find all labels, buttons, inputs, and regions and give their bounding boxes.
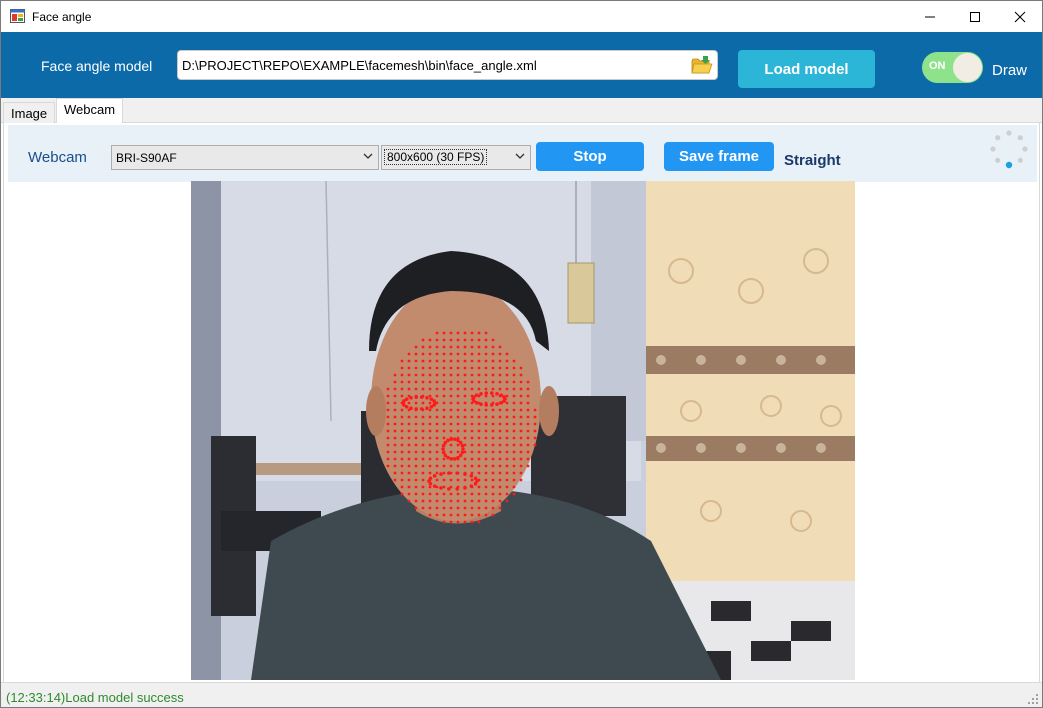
face-pose-status: Straight — [784, 152, 841, 169]
resize-grip-icon[interactable] — [1028, 694, 1038, 704]
model-path-value: D:\PROJECT\REPO\EXAMPLE\facemesh\bin\fac… — [182, 58, 537, 73]
draw-label: Draw — [992, 62, 1028, 79]
camera-select-value: BRI-S90AF — [116, 151, 177, 165]
webcam-label: Webcam — [28, 149, 87, 166]
tab-image[interactable]: Image — [3, 102, 56, 123]
webcam-panel: Webcam BRI-S90AF 800x600 (30 FPS) Stop S… — [3, 123, 1040, 682]
folder-open-icon[interactable] — [691, 55, 713, 75]
tab-strip: Image Webcam — [1, 98, 1042, 123]
app-window: Face angle Face angle model D:\PROJECT\R… — [0, 0, 1043, 708]
toggle-knob — [953, 53, 982, 82]
tab-webcam[interactable]: Webcam — [56, 98, 124, 123]
minimize-button[interactable] — [907, 1, 953, 32]
status-bar: (12:33:14)Load model success — [1, 682, 1042, 707]
maximize-button[interactable] — [952, 1, 998, 32]
model-label: Face angle model — [41, 58, 153, 74]
minimize-icon — [925, 16, 935, 17]
model-toolbar: Face angle model D:\PROJECT\REPO\EXAMPLE… — [1, 32, 1042, 98]
webcam-video-frame — [191, 181, 855, 680]
save-frame-button[interactable]: Save frame — [664, 142, 774, 171]
status-message: (12:33:14)Load model success — [6, 690, 184, 705]
window-title: Face angle — [32, 10, 92, 24]
chevron-down-icon — [515, 153, 525, 159]
chevron-down-icon — [363, 153, 373, 159]
stop-button[interactable]: Stop — [536, 142, 644, 171]
title-bar[interactable]: Face angle — [1, 1, 1042, 32]
maximize-icon — [970, 11, 980, 22]
close-icon — [1014, 11, 1026, 22]
webcam-controls: Webcam BRI-S90AF 800x600 (30 FPS) Stop S… — [8, 125, 1037, 182]
model-path-field[interactable]: D:\PROJECT\REPO\EXAMPLE\facemesh\bin\fac… — [177, 50, 718, 80]
app-window-icon — [10, 9, 25, 23]
resolution-select[interactable]: 800x600 (30 FPS) — [381, 145, 531, 170]
close-button[interactable] — [997, 1, 1043, 32]
loading-spinner-icon — [990, 130, 1028, 169]
draw-toggle[interactable]: ON — [922, 52, 983, 83]
webcam-frame-image — [191, 181, 855, 680]
camera-select[interactable]: BRI-S90AF — [111, 145, 379, 170]
load-model-button[interactable]: Load model — [738, 50, 875, 88]
toggle-state-label: ON — [929, 60, 946, 72]
resolution-select-value: 800x600 (30 FPS) — [384, 149, 488, 165]
